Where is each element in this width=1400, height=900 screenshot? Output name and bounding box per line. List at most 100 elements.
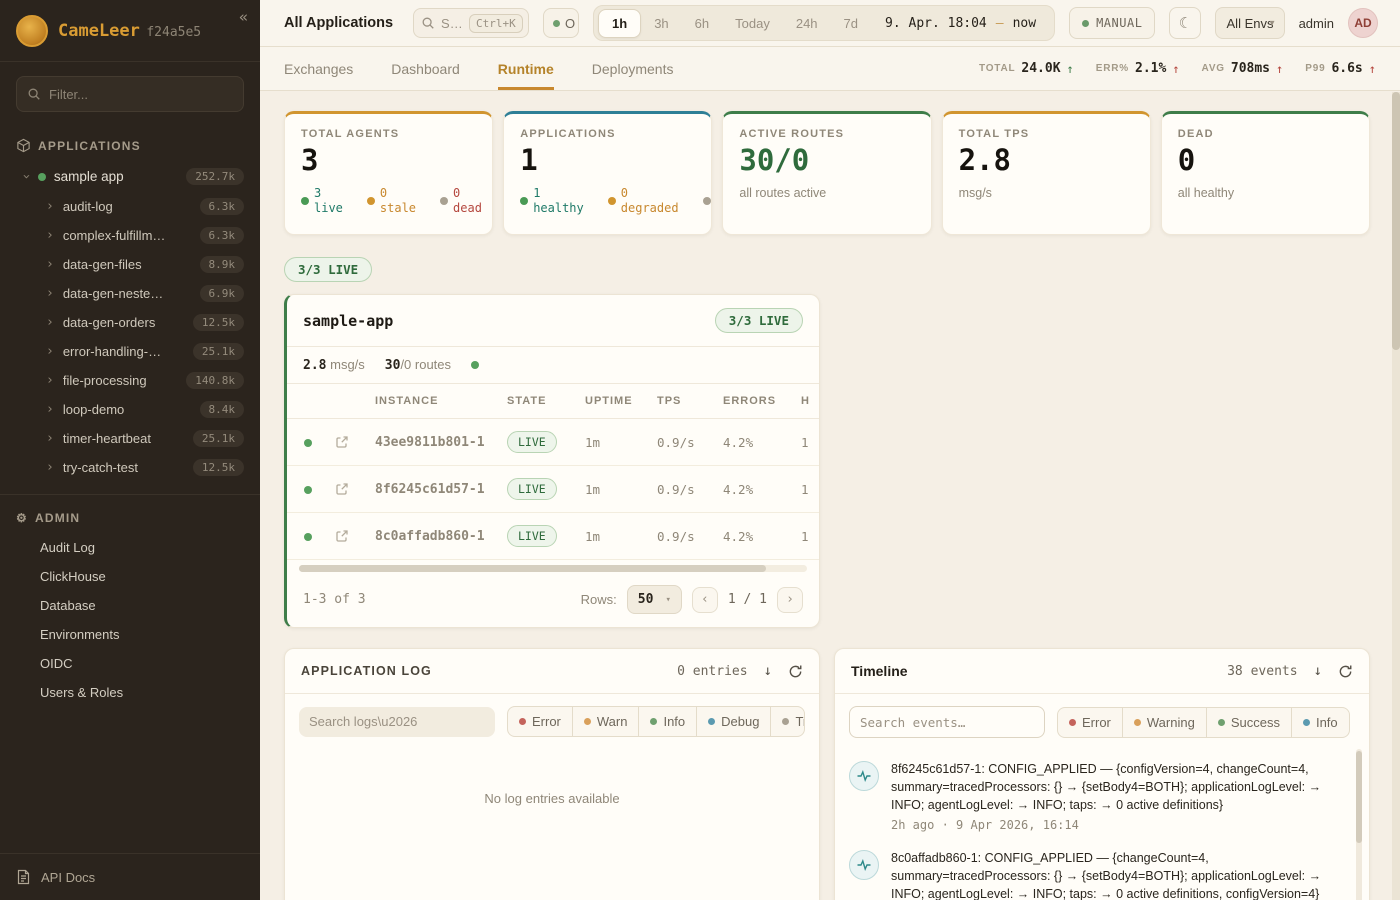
- event-text: 8c0affadb860-1: CONFIG_APPLIED — {change…: [891, 850, 1345, 900]
- h-cell: 1: [795, 466, 819, 513]
- sidebar-item-route[interactable]: ›complex-fulfillm…6.3k: [0, 221, 260, 250]
- download-icon[interactable]: ↓: [764, 663, 772, 679]
- chevron-right-icon: ›: [46, 374, 54, 387]
- api-docs-link[interactable]: API Docs: [0, 853, 260, 900]
- chevron-right-icon: ›: [46, 287, 54, 300]
- sidebar-item-route[interactable]: ›data-gen-files8.9k: [0, 250, 260, 279]
- table-row[interactable]: 8c0affadb860-1 LIVE 1m 0.9/s 4.2% 1: [287, 513, 819, 560]
- card-active-routes: ACTIVE ROUTES 30/0 all routes active: [722, 111, 931, 235]
- chevron-down-icon[interactable]: ›: [19, 173, 32, 181]
- range-24h[interactable]: 24h: [783, 10, 831, 37]
- online-dot: [553, 20, 560, 27]
- range-7d[interactable]: 7d: [831, 10, 871, 37]
- stat-total: TOTAL24.0K↑: [979, 61, 1074, 76]
- chevron-right-icon: ›: [46, 258, 54, 271]
- card-value: 0: [1178, 145, 1353, 177]
- card-applications: APPLICATIONS 1 1healthy 0degraded 0criti: [503, 111, 712, 235]
- count-badge: 6.3k: [200, 198, 245, 215]
- filter-warning[interactable]: Warning: [1122, 708, 1206, 737]
- sidebar-item-route[interactable]: ›loop-demo8.4k: [0, 395, 260, 424]
- sidebar-item-route[interactable]: ›file-processing140.8k: [0, 366, 260, 395]
- sidebar-item-environments[interactable]: Environments: [0, 620, 260, 649]
- manual-dot: [1082, 20, 1089, 27]
- filter-info[interactable]: Info: [638, 707, 696, 736]
- tab-exchanges[interactable]: Exchanges: [284, 47, 353, 90]
- horizontal-scrollbar[interactable]: [299, 565, 807, 572]
- filter-success[interactable]: Success: [1206, 708, 1291, 737]
- api-docs-label: API Docs: [41, 870, 95, 885]
- sidebar-filter[interactable]: [16, 76, 244, 112]
- substat-live: 3live: [301, 186, 343, 216]
- filter-input[interactable]: [49, 87, 233, 102]
- trend-up-icon: ↑: [1067, 62, 1074, 76]
- next-page-button[interactable]: ›: [777, 587, 803, 613]
- external-link-icon[interactable]: [335, 529, 363, 543]
- event-search-input[interactable]: [849, 706, 1045, 738]
- sidebar-item-audit-log[interactable]: Audit Log: [0, 533, 260, 562]
- sidebar-item-database[interactable]: Database: [0, 591, 260, 620]
- list-item[interactable]: 8f6245c61d57-1: CONFIG_APPLIED — {config…: [847, 752, 1347, 841]
- list-item[interactable]: 8c0affadb860-1: CONFIG_APPLIED — {change…: [847, 841, 1347, 900]
- dark-mode-toggle[interactable]: ☾: [1169, 7, 1201, 39]
- search-input[interactable]: [441, 16, 463, 31]
- col-errors: ERRORS: [717, 384, 795, 419]
- stat-value: 708ms: [1231, 61, 1270, 76]
- filter-error[interactable]: Error: [1058, 708, 1122, 737]
- app-title: CameLeer: [58, 21, 140, 41]
- avatar[interactable]: AD: [1348, 8, 1378, 38]
- instance-id: 43ee9811b801-1: [369, 419, 501, 466]
- filter-debug[interactable]: Debug: [696, 707, 770, 736]
- date-range-display[interactable]: 9. Apr. 18:04 — now: [871, 16, 1050, 31]
- empty-log-message: No log entries available: [285, 749, 819, 848]
- table-row[interactable]: 43ee9811b801-1 LIVE 1m 0.9/s 4.2% 1: [287, 419, 819, 466]
- log-search-input[interactable]: [299, 707, 495, 737]
- card-value: 2.8: [959, 145, 1134, 177]
- external-link-icon[interactable]: [335, 435, 363, 449]
- connection-status-pill[interactable]: O: [543, 8, 579, 38]
- sidebar-item-users-roles[interactable]: Users & Roles: [0, 678, 260, 707]
- window-scrollbar[interactable]: [1392, 92, 1400, 900]
- filter-trace[interactable]: Trace: [770, 707, 805, 736]
- sidebar-item-oidc[interactable]: OIDC: [0, 649, 260, 678]
- sidebar-item-route[interactable]: ›data-gen-orders12.5k: [0, 308, 260, 337]
- tab-runtime[interactable]: Runtime: [498, 47, 554, 90]
- range-1h[interactable]: 1h: [598, 9, 641, 38]
- tab-dashboard[interactable]: Dashboard: [391, 47, 460, 90]
- download-icon[interactable]: ↓: [1314, 663, 1322, 679]
- sidebar-item-clickhouse[interactable]: ClickHouse: [0, 562, 260, 591]
- collapse-sidebar-icon[interactable]: «: [239, 8, 248, 26]
- sidebar-item-route[interactable]: ›audit-log6.3k: [0, 192, 260, 221]
- error-dot: [1069, 719, 1076, 726]
- substat-healthy: 1healthy: [520, 186, 584, 216]
- sidebar-item-route[interactable]: ›try-catch-test12.5k: [0, 453, 260, 482]
- card-value: 1: [520, 145, 695, 177]
- filter-info[interactable]: Info: [1291, 708, 1349, 737]
- stat-label: TOTAL: [979, 63, 1015, 74]
- environment-select[interactable]: All Envs ▾: [1215, 7, 1284, 39]
- refresh-mode-button[interactable]: MANUAL: [1069, 7, 1155, 39]
- sidebar-item-route[interactable]: ›timer-heartbeat25.1k: [0, 424, 260, 453]
- range-3h[interactable]: 3h: [641, 10, 681, 37]
- refresh-icon[interactable]: [1338, 664, 1353, 679]
- tab-deployments[interactable]: Deployments: [592, 47, 674, 90]
- external-link-icon[interactable]: [335, 482, 363, 496]
- refresh-icon[interactable]: [788, 664, 803, 679]
- status-dot: [38, 173, 46, 181]
- filter-error[interactable]: Error: [508, 707, 572, 736]
- range-6h[interactable]: 6h: [682, 10, 722, 37]
- table-row[interactable]: 8f6245c61d57-1 LIVE 1m 0.9/s 4.2% 1: [287, 466, 819, 513]
- topbar: All Applications Ctrl+K O 1h 3h 6h Today…: [260, 0, 1400, 47]
- sidebar-item-sample-app[interactable]: › sample app 252.7k: [0, 161, 260, 192]
- global-search[interactable]: Ctrl+K: [413, 8, 529, 38]
- card-subtitle: msg/s: [959, 186, 1134, 200]
- sidebar-item-route[interactable]: ›error-handling-…25.1k: [0, 337, 260, 366]
- chevron-down-icon: ▾: [665, 595, 670, 605]
- timeline-scrollbar[interactable]: [1356, 749, 1362, 900]
- range-today[interactable]: Today: [722, 10, 783, 37]
- event-list[interactable]: 8f6245c61d57-1: CONFIG_APPLIED — {config…: [835, 750, 1369, 900]
- prev-page-button[interactable]: ‹: [692, 587, 718, 613]
- sidebar-item-route[interactable]: ›data-gen-neste…6.9k: [0, 279, 260, 308]
- time-range-selector: 1h 3h 6h Today 24h 7d 9. Apr. 18:04 — no…: [593, 5, 1055, 41]
- rows-per-page-select[interactable]: 50▾: [627, 585, 682, 614]
- filter-warn[interactable]: Warn: [572, 707, 639, 736]
